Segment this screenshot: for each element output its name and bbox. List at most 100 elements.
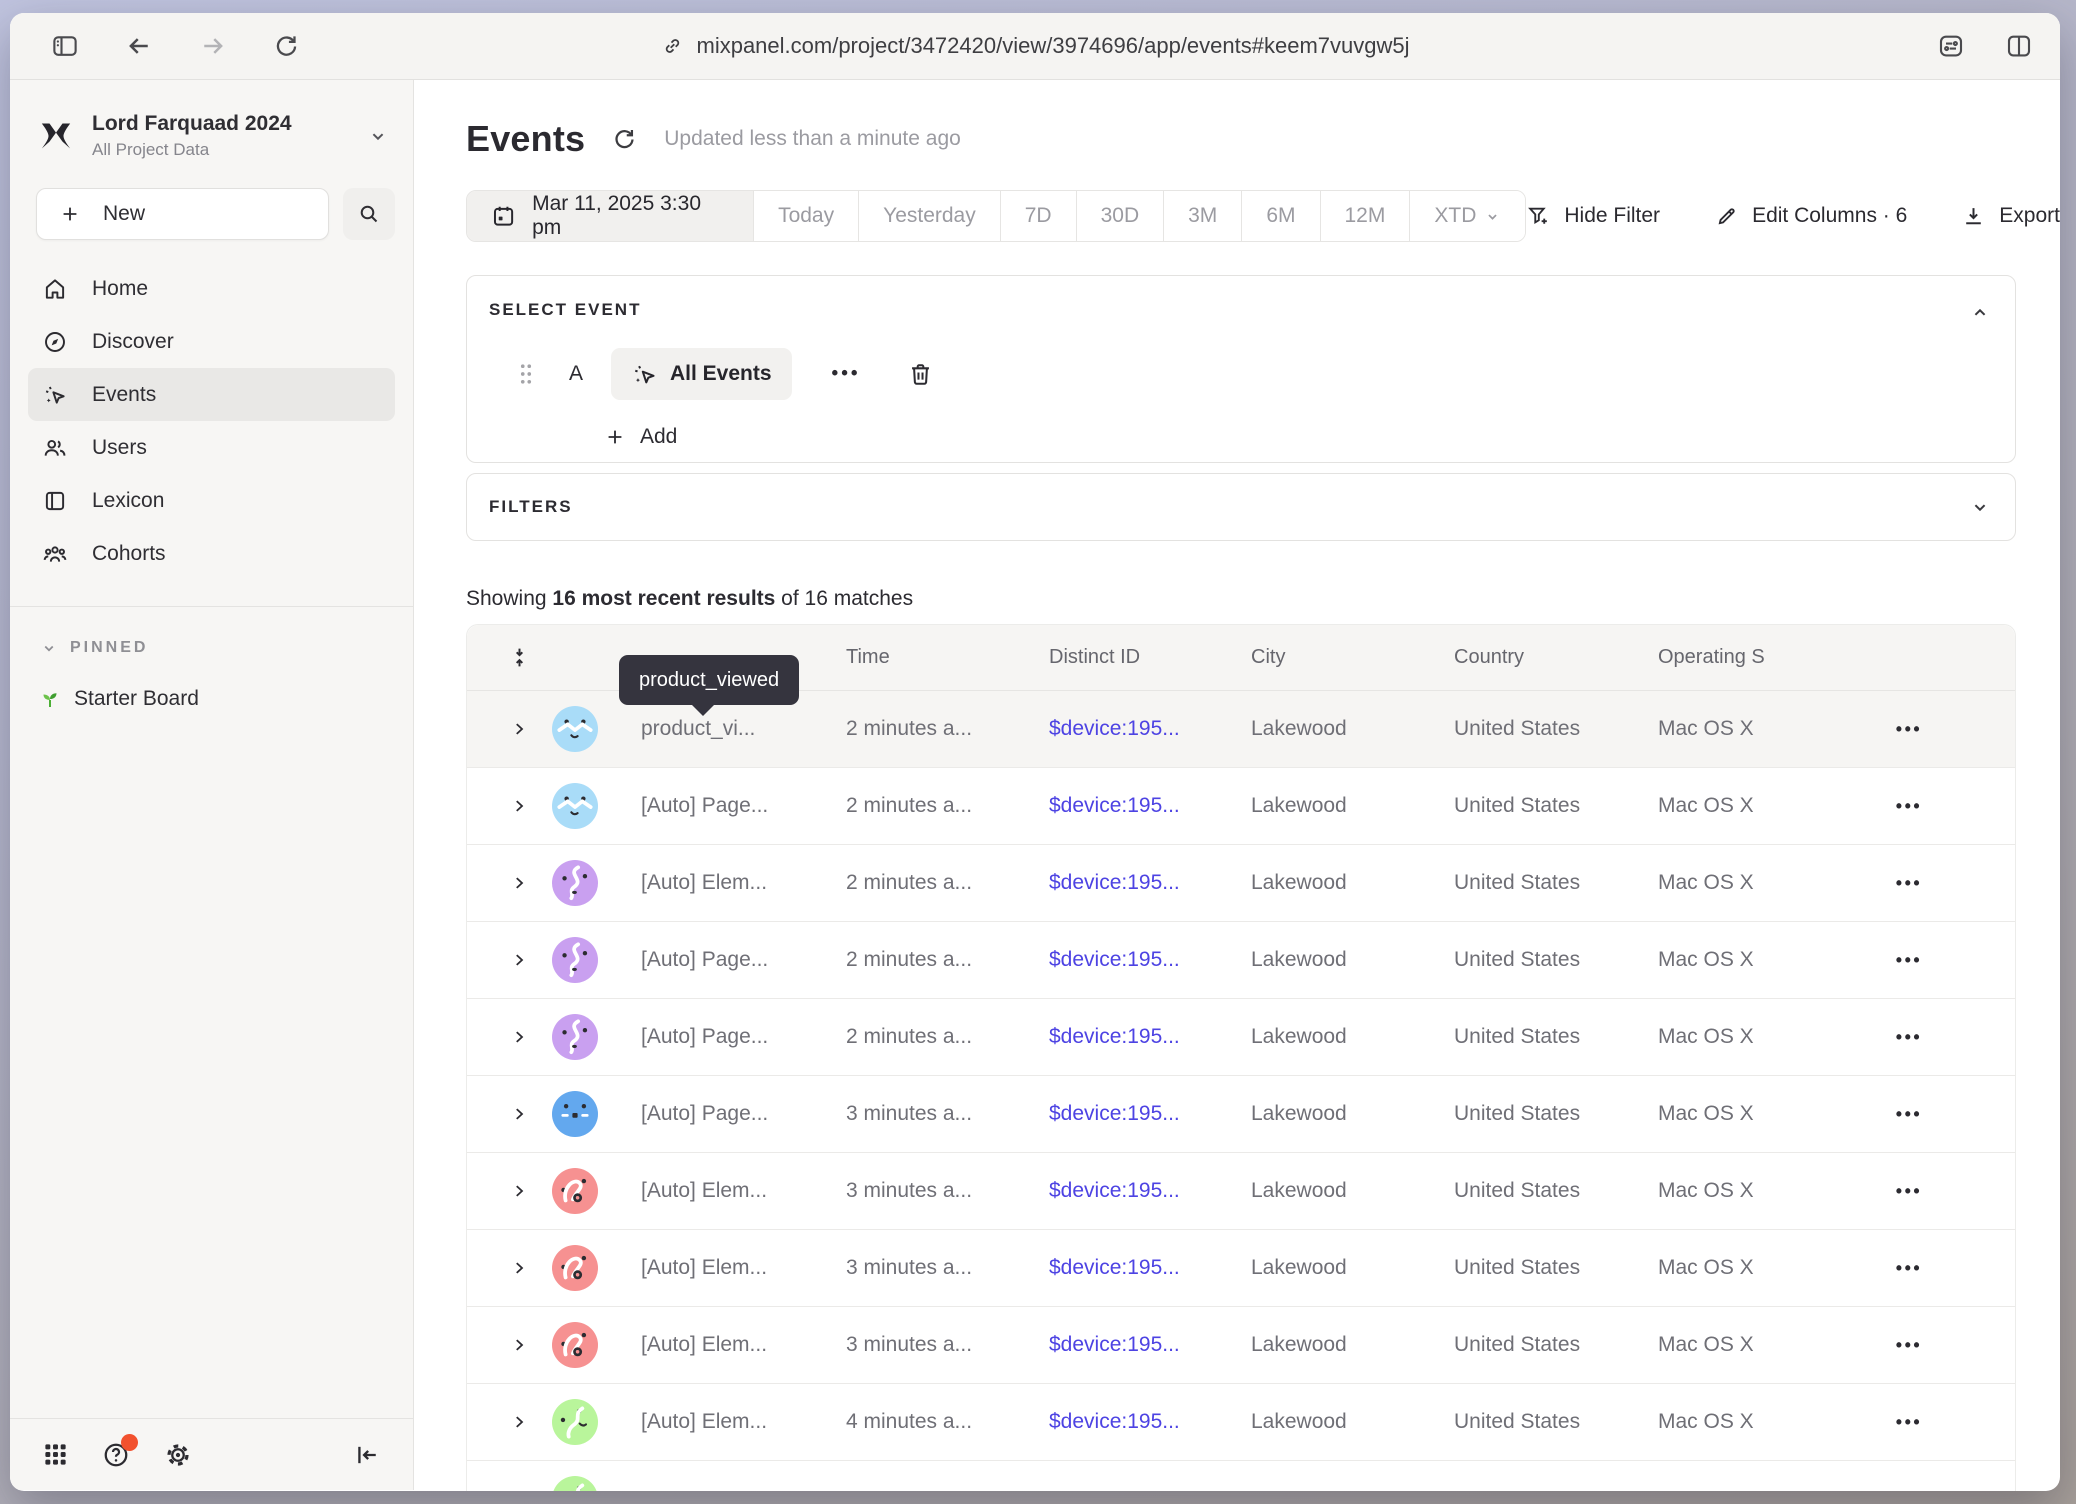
help-icon[interactable]: [101, 1440, 131, 1470]
table-row[interactable]: [Auto] Page... 2 minutes a... $device:19…: [467, 922, 2015, 999]
column-header-distinct-id[interactable]: Distinct ID: [1044, 646, 1246, 669]
event-name-cell[interactable]: [Auto] Elem...: [609, 1179, 841, 1203]
sidebar-item-discover[interactable]: Discover: [28, 315, 395, 368]
row-more-options-icon[interactable]: •••: [1879, 1258, 1939, 1279]
back-icon[interactable]: [124, 31, 154, 61]
row-more-options-icon[interactable]: •••: [1879, 873, 1939, 894]
table-row[interactable]: [Auto] Page... 2 minutes a... $device:19…: [467, 768, 2015, 845]
apps-grid-icon[interactable]: [42, 1441, 69, 1468]
distinct-id-link[interactable]: $device:195...: [1044, 948, 1246, 972]
table-row[interactable]: [Auto] Elem... 3 minutes a... $device:19…: [467, 1230, 2015, 1307]
edit-columns-button[interactable]: Edit Columns · 6: [1714, 204, 1907, 229]
distinct-id-link[interactable]: $device:195...: [1044, 1025, 1246, 1049]
range-yesterday-segment[interactable]: Yesterday: [858, 191, 1000, 241]
drag-handle-icon[interactable]: [517, 361, 535, 387]
expand-row-chevron-icon[interactable]: [497, 1336, 541, 1354]
distinct-id-link[interactable]: $device:195...: [1044, 794, 1246, 818]
range-6m-segment[interactable]: 6M: [1241, 191, 1319, 241]
forward-icon[interactable]: [198, 31, 228, 61]
table-row[interactable]: [Auto] Elem... 3 minutes a... $device:19…: [467, 1307, 2015, 1384]
url-bar[interactable]: mixpanel.com/project/3472420/view/397469…: [660, 33, 1409, 59]
table-row[interactable]: [Auto] Page... 3 minutes a... $device:19…: [467, 1076, 2015, 1153]
sidebar-item-events[interactable]: Events: [28, 368, 395, 421]
row-more-options-icon[interactable]: •••: [1879, 796, 1939, 817]
distinct-id-link[interactable]: $device:195...: [1044, 717, 1246, 741]
event-name-cell[interactable]: [Auto] Elem...: [609, 871, 841, 895]
expand-row-chevron-icon[interactable]: [497, 1028, 541, 1046]
expand-row-chevron-icon[interactable]: [497, 1105, 541, 1123]
table-row[interactable]: [Auto] Elem... 4 minutes a... $device:19…: [467, 1384, 2015, 1461]
pinned-section-header[interactable]: PINNED: [40, 639, 413, 657]
column-header-time[interactable]: Time: [841, 646, 1044, 669]
range-3m-segment[interactable]: 3M: [1163, 191, 1241, 241]
reload-icon[interactable]: [272, 32, 301, 61]
range-7d-segment[interactable]: 7D: [1000, 191, 1076, 241]
distinct-id-link[interactable]: $device:195...: [1044, 1333, 1246, 1357]
event-name-cell[interactable]: [Auto] Elem...: [609, 1333, 841, 1357]
expand-row-chevron-icon[interactable]: [497, 874, 541, 892]
table-row[interactable]: [Auto] Elem... 2 minutes a... $device:19…: [467, 845, 2015, 922]
event-name-cell[interactable]: [Auto] Page...: [609, 1025, 841, 1049]
row-more-options-icon[interactable]: •••: [1879, 1104, 1939, 1125]
expand-row-chevron-icon[interactable]: [497, 797, 541, 815]
split-view-icon[interactable]: [2004, 31, 2034, 61]
sidebar-item-lexicon[interactable]: Lexicon: [28, 474, 395, 527]
sidebar-item-home[interactable]: Home: [28, 262, 395, 315]
expand-row-chevron-icon[interactable]: [497, 951, 541, 969]
row-more-options-icon[interactable]: •••: [1879, 1412, 1939, 1433]
page-settings-icon[interactable]: [1936, 31, 1966, 61]
distinct-id-link[interactable]: $device:195...: [1044, 1102, 1246, 1126]
range-today-segment[interactable]: Today: [753, 191, 858, 241]
distinct-id-link[interactable]: $device:195...: [1044, 871, 1246, 895]
expand-row-chevron-icon[interactable]: [497, 1413, 541, 1431]
collapse-sidebar-icon[interactable]: [353, 1441, 381, 1469]
sidebar-item-cohorts[interactable]: Cohorts: [28, 527, 395, 580]
range-30d-segment[interactable]: 30D: [1076, 191, 1164, 241]
event-name-cell[interactable]: product_vi...: [609, 717, 841, 741]
settings-gear-icon[interactable]: [163, 1440, 193, 1470]
table-row[interactable]: [Auto] Page... 2 minutes a... $device:19…: [467, 999, 2015, 1076]
event-selector-pill[interactable]: All Events: [611, 348, 792, 400]
browser-sidebar-toggle-icon[interactable]: [50, 31, 80, 61]
hide-filter-button[interactable]: Hide Filter: [1526, 204, 1660, 229]
refresh-icon[interactable]: [611, 126, 638, 153]
export-button[interactable]: Export: [1961, 204, 2060, 229]
column-header-city[interactable]: City: [1246, 646, 1449, 669]
event-name-cell[interactable]: [Auto] Elem...: [609, 1256, 841, 1280]
expand-row-chevron-icon[interactable]: [497, 1259, 541, 1277]
row-more-options-icon[interactable]: •••: [1879, 719, 1939, 740]
event-name-cell[interactable]: [Auto] Elem...: [609, 1410, 841, 1434]
distinct-id-link[interactable]: $device:195...: [1044, 1410, 1246, 1434]
event-name-cell[interactable]: [Auto] Page...: [609, 794, 841, 818]
event-more-options-icon[interactable]: •••: [826, 362, 867, 386]
collapse-all-rows-icon[interactable]: [497, 645, 541, 670]
column-header-country[interactable]: Country: [1449, 646, 1653, 669]
collapse-panel-chevron-up-icon[interactable]: [1969, 302, 1991, 324]
event-avatar: [552, 1014, 598, 1060]
expand-panel-chevron-down-icon[interactable]: [1969, 496, 1991, 518]
project-switcher[interactable]: Lord Farquaad 2024 All Project Data: [36, 112, 393, 160]
distinct-id-link[interactable]: $device:195...: [1044, 1256, 1246, 1280]
expand-row-chevron-icon[interactable]: [497, 720, 541, 738]
date-segment[interactable]: Mar 11, 2025 3:30 pm: [467, 191, 753, 241]
range-12m-segment[interactable]: 12M: [1320, 191, 1410, 241]
table-row[interactable]: [Auto] Elem... 3 minutes a... $device:19…: [467, 1153, 2015, 1230]
row-more-options-icon[interactable]: •••: [1879, 1181, 1939, 1202]
search-button[interactable]: [343, 188, 395, 240]
expand-row-chevron-icon[interactable]: [497, 1182, 541, 1200]
table-row[interactable]: •••: [467, 1461, 2015, 1491]
add-event-button[interactable]: Add: [598, 424, 683, 450]
delete-event-trash-icon[interactable]: [901, 360, 940, 389]
row-more-options-icon[interactable]: •••: [1879, 1335, 1939, 1356]
row-more-options-icon[interactable]: •••: [1879, 1027, 1939, 1048]
column-header-os[interactable]: Operating S: [1653, 646, 1879, 669]
range-xtd-segment[interactable]: XTD: [1409, 191, 1525, 241]
sidebar-item-starter-board[interactable]: Starter Board: [38, 687, 413, 711]
event-name-cell[interactable]: [Auto] Page...: [609, 1102, 841, 1126]
event-name-cell[interactable]: [Auto] Page...: [609, 948, 841, 972]
row-more-options-icon[interactable]: •••: [1879, 950, 1939, 971]
sidebar-item-users[interactable]: Users: [28, 421, 395, 474]
city-cell: Lakewood: [1246, 871, 1449, 895]
new-button[interactable]: New: [36, 188, 329, 240]
distinct-id-link[interactable]: $device:195...: [1044, 1179, 1246, 1203]
